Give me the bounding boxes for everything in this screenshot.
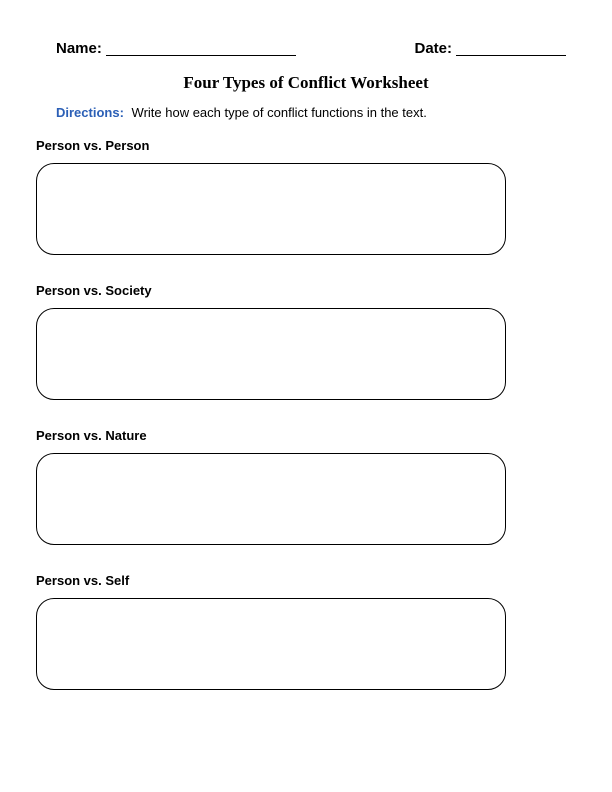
answer-box[interactable] <box>36 308 506 400</box>
directions-text: Write how each type of conflict function… <box>132 105 427 120</box>
name-input-line[interactable] <box>106 55 296 56</box>
section-heading: Person vs. Nature <box>36 428 576 443</box>
section-person-vs-person: Person vs. Person <box>36 138 576 255</box>
directions-row: Directions: Write how each type of confl… <box>36 105 576 120</box>
directions-label: Directions: <box>56 105 124 120</box>
worksheet-title: Four Types of Conflict Worksheet <box>36 73 576 93</box>
section-heading: Person vs. Person <box>36 138 576 153</box>
date-label: Date: <box>414 40 452 57</box>
section-heading: Person vs. Society <box>36 283 576 298</box>
section-person-vs-self: Person vs. Self <box>36 573 576 690</box>
section-person-vs-nature: Person vs. Nature <box>36 428 576 545</box>
answer-box[interactable] <box>36 453 506 545</box>
answer-box[interactable] <box>36 163 506 255</box>
header-row: Name: Date: <box>36 40 576 57</box>
name-label: Name: <box>56 40 102 57</box>
section-heading: Person vs. Self <box>36 573 576 588</box>
date-input-line[interactable] <box>456 55 566 56</box>
date-group: Date: <box>414 40 566 57</box>
name-group: Name: <box>56 40 296 57</box>
section-person-vs-society: Person vs. Society <box>36 283 576 400</box>
answer-box[interactable] <box>36 598 506 690</box>
